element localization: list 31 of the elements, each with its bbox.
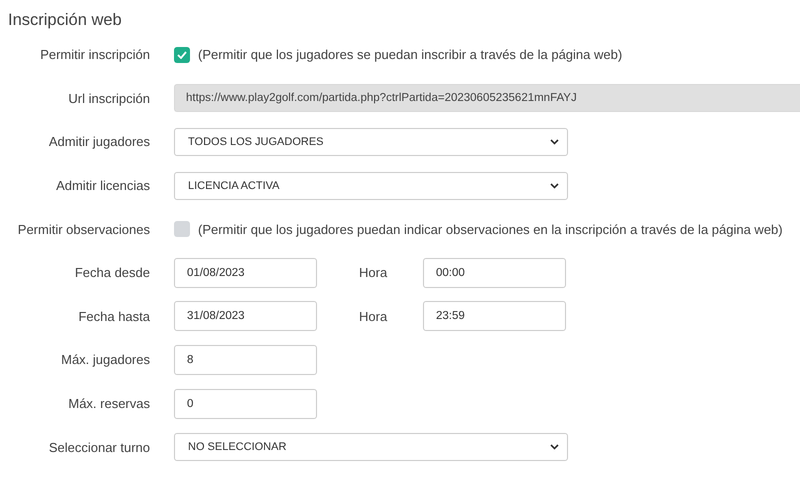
field-label: Admitir licencias — [55, 178, 150, 194]
field-label: Máx. jugadores — [60, 352, 150, 368]
check-icon — [177, 50, 187, 59]
chevron-down-icon — [550, 444, 559, 450]
field-label: Fecha hasta — [77, 308, 150, 324]
field-label: Admitir jugadores — [48, 134, 150, 150]
field-label: Máx. reservas — [67, 396, 150, 412]
dropdown[interactable]: LICENCIA ACTIVA — [174, 172, 568, 200]
dropdown[interactable]: TODOS LOS JUGADORES — [174, 128, 568, 156]
input-field[interactable]: 8 — [174, 344, 317, 375]
field-label: Seleccionar turno — [48, 440, 150, 455]
checkbox[interactable] — [174, 46, 190, 63]
chevron-down-icon — [550, 138, 559, 145]
field-label: Hora — [358, 308, 388, 324]
checkbox-description: (Permitir que los jugadores puedan indicar observaciones en la inscripción a través de la página web) — [198, 222, 783, 237]
time-field[interactable]: 00:00 — [423, 258, 566, 288]
date-field[interactable]: 01/08/2023 — [174, 258, 317, 288]
field-label: Hora — [358, 265, 388, 280]
field-label: Permitir observaciones — [16, 222, 150, 237]
time-field[interactable]: 23:59 — [423, 301, 566, 332]
input-field[interactable]: 0 — [174, 388, 317, 419]
checkbox[interactable] — [174, 221, 190, 238]
chevron-down-icon — [550, 182, 559, 189]
field-label: Url inscripción — [67, 90, 150, 106]
field-label: Fecha desde — [74, 265, 150, 280]
field-label: Permitir inscripción — [39, 47, 150, 62]
dropdown[interactable]: NO SELECCIONAR — [174, 433, 568, 462]
date-field[interactable]: 31/08/2023 — [174, 301, 317, 332]
url-field[interactable]: https://www.play2golf.com/partida.php?ctrlPartida=20230605235621mnFAYJ — [174, 84, 800, 112]
checkbox-description: (Permitir que los jugadores se puedan inscribir a través de la página web) — [198, 47, 622, 62]
section-title: Inscripción web — [7, 10, 123, 31]
